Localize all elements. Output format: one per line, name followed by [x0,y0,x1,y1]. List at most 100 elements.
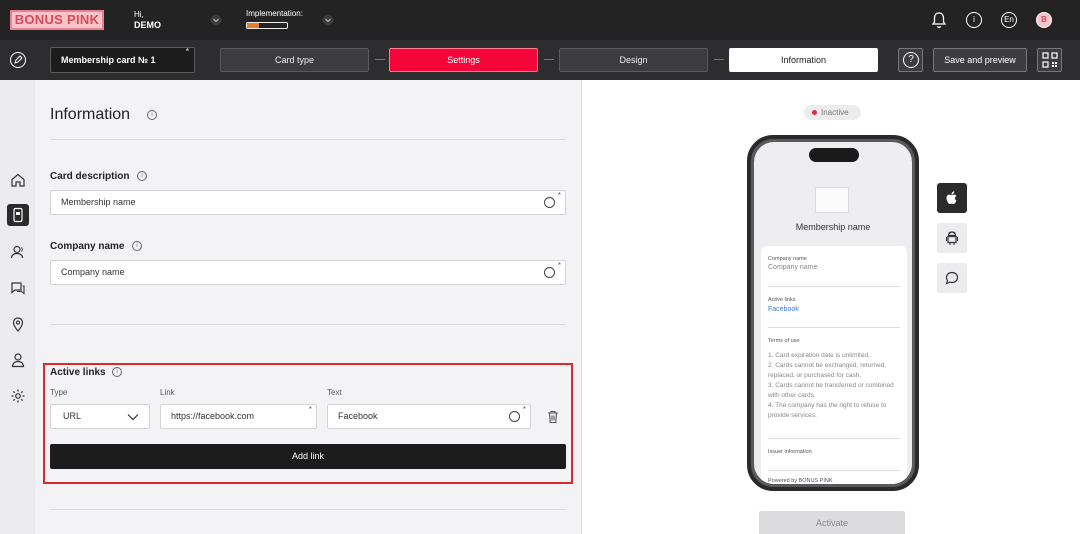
type-label: Type [50,388,68,397]
save-and-preview-button[interactable]: Save and preview [933,48,1027,72]
info-icon[interactable]: i [147,110,157,120]
user-name: DEMO [134,20,161,30]
qr-code-button[interactable] [1037,48,1062,72]
help-button[interactable]: ? [898,48,923,72]
emoji-icon[interactable] [544,267,555,278]
sidebar [0,80,35,534]
phone-screen: Membership name Company name Company nam… [754,142,912,484]
top-bar: BONUS PINK Hi, DEMO Implementation: i En… [0,0,1080,40]
preview-powered-by: Powered by BONUS PINK [768,478,833,484]
implementation-progress [246,22,288,29]
step-settings[interactable]: Settings [389,48,538,72]
phone-mockup: Membership name Company name Company nam… [747,135,919,491]
info-icon[interactable]: i [132,241,142,251]
step-divider [544,59,554,60]
status-text: Inactive [821,108,849,117]
card-toolbar: Membership card № 1 * Card type Settings… [0,40,1080,80]
required-marker: * [522,405,526,414]
link-text-input[interactable]: Facebook * [327,404,531,429]
preview-info-card: Company name Company name Active links F… [761,246,907,484]
divider [50,324,566,325]
preview-links-label: Active links [768,297,796,303]
user-greeting: Hi, DEMO [134,9,161,31]
link-type-select[interactable]: URL [50,404,150,429]
divider [50,139,566,140]
settings-icon[interactable] [7,385,29,407]
divider [768,327,900,328]
step-design[interactable]: Design [559,48,708,72]
info-icon[interactable]: i [966,12,982,28]
user-icon[interactable] [7,349,29,371]
customers-icon[interactable] [7,241,29,263]
profile-icon[interactable]: B [1036,12,1052,28]
emoji-icon[interactable] [544,197,555,208]
edit-icon[interactable] [10,52,26,68]
divider [768,470,900,471]
step-information[interactable]: Information [729,48,878,72]
apple-icon [946,191,957,204]
bell-icon[interactable] [931,11,947,29]
preview-company-label: Company name [768,256,807,262]
divider [50,509,566,510]
step-card-type[interactable]: Card type [220,48,369,72]
divider [768,438,900,439]
brand-logo[interactable]: BONUS PINK [10,10,104,30]
link-url-input[interactable]: https://facebook.com * [160,404,317,429]
chevron-down-icon[interactable] [210,14,222,26]
add-link-button[interactable]: Add link [50,444,566,469]
preview-link[interactable]: Facebook [768,306,799,313]
status-badge: Inactive [804,105,861,120]
info-icon[interactable]: i [112,367,122,377]
android-platform-button[interactable] [937,223,967,253]
card-name-input[interactable]: Membership card № 1 * [50,47,195,73]
company-name-label: Company name [50,241,125,252]
required-marker: * [308,405,312,414]
required-marker: * [185,47,189,56]
active-links-label: Active links [50,367,106,378]
link-label: Link [160,388,175,397]
preview-issuer-label: Issuer information [768,449,812,455]
chevron-down-icon [127,414,139,421]
emoji-icon[interactable] [509,411,520,422]
implementation-label: Implementation: [246,9,303,18]
step-divider [375,59,385,60]
card-description-label: Card description [50,171,130,182]
step-divider [714,59,724,60]
card-icon[interactable] [7,204,29,226]
page-title: Information [50,106,131,123]
company-name-value: Company name [61,267,125,277]
preview-terms-text: 1. Card expiration date is unlimited. 2.… [768,352,894,419]
home-icon[interactable] [7,169,29,191]
question-icon: ? [903,52,919,68]
card-image [815,187,849,213]
chat-icon[interactable] [7,277,29,299]
company-name-input[interactable]: Company name * [50,260,566,285]
chevron-down-icon[interactable] [322,14,334,26]
status-dot [812,110,817,115]
dynamic-island [809,148,859,162]
info-icon[interactable]: i [137,171,147,181]
preview-company-value: Company name [768,264,818,271]
greeting-text: Hi, [134,10,144,19]
text-label: Text [327,388,342,397]
location-icon[interactable] [7,313,29,335]
message-platform-button[interactable] [937,263,967,293]
link-text-value: Facebook [338,411,378,421]
link-type-value: URL [63,411,82,421]
divider [768,286,900,287]
preview-terms-label: Terms of use [768,338,800,344]
apple-platform-button[interactable] [937,183,967,213]
activate-button[interactable]: Activate [759,511,905,534]
card-description-input[interactable]: Membership name * [50,190,566,215]
language-icon[interactable]: En [1001,12,1017,28]
card-preview-panel: Inactive Membership name Company name Co… [581,80,1080,534]
preview-membership-name: Membership name [795,222,871,232]
trash-icon[interactable] [547,410,559,424]
android-icon [945,231,959,245]
required-marker: * [557,261,561,270]
required-marker: * [557,191,561,200]
card-name-text: Membership card № 1 [61,55,156,65]
card-description-value: Membership name [61,197,136,207]
information-form: Information i Card description i Members… [35,80,581,534]
qr-code-icon [1042,52,1058,68]
